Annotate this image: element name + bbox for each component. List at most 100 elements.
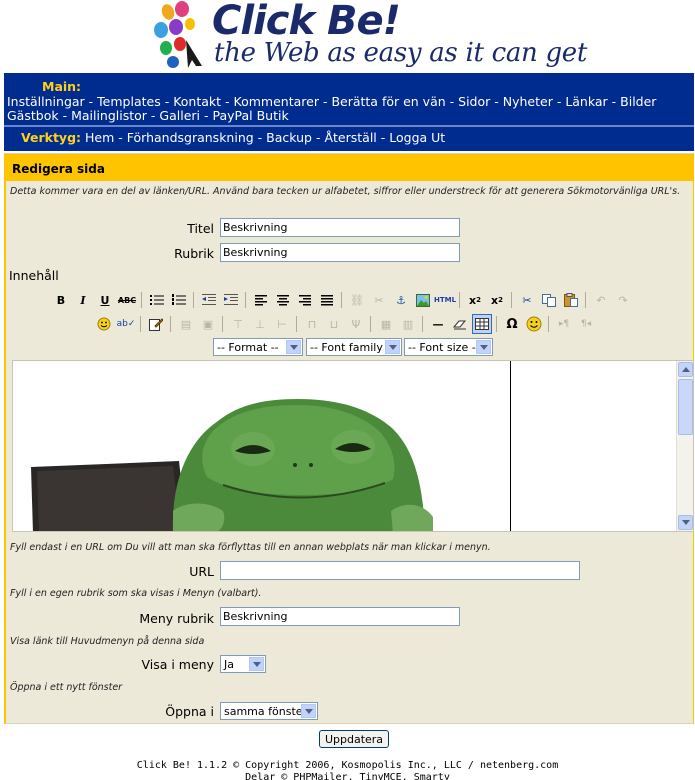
editor-scrollbar[interactable] [676, 361, 693, 531]
logo-tagline: the Web as easy as it can get [214, 38, 588, 68]
tool-link-backup[interactable]: Backup [266, 130, 312, 145]
delete-row-icon[interactable]: ⊢ [272, 314, 292, 334]
chevron-down-icon [286, 340, 301, 354]
strikethrough-button[interactable]: ABC [117, 290, 137, 310]
tool-link-logga-ut[interactable]: Logga Ut [389, 130, 445, 145]
rubrik-input[interactable] [220, 243, 460, 262]
numbered-list-icon[interactable] [169, 290, 189, 310]
editor-toolbar-row-2: ab✓ ▤ ▣ ⊤ ⊥ ⊢ ⊓ ⊔ Ψ ▦ ▥ — Ω ▸¶ ¶◂ [94, 314, 634, 334]
tool-link-forhandsgranskning[interactable]: Förhandsgranskning [127, 130, 254, 145]
tool-link-aterstall[interactable]: Återställ [324, 130, 376, 145]
align-center-icon[interactable] [273, 290, 293, 310]
indent-icon[interactable] [221, 290, 241, 310]
insert-row-before-icon[interactable]: ⊤ [228, 314, 248, 334]
align-justify-icon[interactable] [317, 290, 337, 310]
header: Click Be! the Web as easy as it can get [0, 0, 695, 72]
url-input[interactable] [220, 561, 580, 580]
update-button[interactable]: Uppdatera [319, 730, 389, 748]
undo-icon[interactable]: ↶ [591, 290, 611, 310]
edit-page-panel: Redigera sida Detta kommer vara en del a… [4, 153, 694, 724]
table-icon[interactable] [472, 314, 492, 334]
show-menu-label: Visa i meny [141, 657, 214, 672]
url-name-hint: Detta kommer vara en del av länken/URL. … [10, 186, 681, 197]
insert-col-after-icon[interactable]: ⊔ [324, 314, 344, 334]
horizontal-rule-icon[interactable]: — [428, 314, 448, 334]
scroll-down-icon[interactable] [678, 515, 693, 530]
copy-icon[interactable] [539, 290, 559, 310]
nav-link-mailinglistor[interactable]: Mailinglistor [71, 108, 147, 123]
ltr-icon[interactable]: ▸¶ [554, 314, 574, 334]
rtl-icon[interactable]: ¶◂ [576, 314, 596, 334]
cut-icon[interactable]: ✂ [517, 290, 537, 310]
chevron-down-icon [385, 340, 400, 354]
underline-button[interactable]: U [95, 290, 115, 310]
special-char-icon[interactable]: Ω [502, 314, 522, 334]
main-menu-label: Main: [42, 79, 82, 94]
titel-label: Titel [187, 221, 214, 236]
italic-button[interactable]: I [73, 290, 93, 310]
nav-link-sidor[interactable]: Sidor [458, 94, 490, 109]
titel-input[interactable] [220, 218, 460, 237]
align-right-icon[interactable] [295, 290, 315, 310]
nav-link-bilder[interactable]: Bilder [620, 94, 656, 109]
smiley-icon[interactable] [524, 314, 544, 334]
nav-link-paypal-butik[interactable]: PayPal Butik [212, 108, 288, 123]
eraser-icon[interactable] [450, 314, 470, 334]
anchor-icon[interactable]: ⚓ [391, 290, 411, 310]
show-menu-select[interactable]: Ja [220, 655, 266, 673]
delete-col-icon[interactable]: Ψ [346, 314, 366, 334]
main-menu-row-2: Gästbok - Mailinglistor - Galleri - PayP… [7, 108, 289, 123]
nav-link-gastbok[interactable]: Gästbok [7, 108, 59, 123]
open-in-select[interactable]: samma fönster [220, 702, 318, 720]
edit-icon[interactable] [146, 314, 166, 334]
superscript-icon[interactable]: x2 [465, 290, 485, 310]
unlink-icon[interactable]: ✂ [369, 290, 389, 310]
chevron-down-icon [301, 704, 316, 718]
nav-link-lankar[interactable]: Länkar [565, 94, 607, 109]
tools-menu: Verktyg: Hem - Förhandsgranskning - Back… [21, 130, 446, 145]
menu-title-input[interactable] [220, 607, 460, 626]
frog-image [31, 399, 433, 531]
table-cell-props-icon[interactable]: ▣ [198, 314, 218, 334]
image-icon[interactable] [413, 290, 433, 310]
nav-link-nyheter[interactable]: Nyheter [503, 94, 553, 109]
footer-credits: Delar © PHPMailer, TinyMCE, Smarty [245, 772, 450, 780]
nav-link-installningar[interactable]: Inställningar [7, 94, 85, 109]
font-family-select[interactable]: -- Font family -- [306, 338, 402, 356]
editor-margin-line [510, 361, 511, 531]
nav-link-galleri[interactable]: Galleri [159, 108, 200, 123]
format-select[interactable]: -- Format -- [213, 338, 303, 356]
html-source-icon[interactable]: HTML [434, 290, 456, 310]
tools-menu-label: Verktyg: [21, 130, 82, 145]
nav-link-kontakt[interactable]: Kontakt [173, 94, 221, 109]
bullet-list-icon[interactable] [147, 290, 167, 310]
nav-link-beratta[interactable]: Berätta för en vän [331, 94, 445, 109]
nav-link-templates[interactable]: Templates [97, 94, 161, 109]
nav-link-kommentarer[interactable]: Kommentarer [234, 94, 319, 109]
footer-copyright: Click Be! 1.1.2 © Copyright 2006, Kosmop… [136, 760, 559, 771]
url-hint: Fyll endast i en URL om Du vill att man … [10, 542, 491, 553]
outdent-icon[interactable] [199, 290, 219, 310]
open-in-label: Öppna i [165, 704, 214, 719]
table-row-props-icon[interactable]: ▤ [176, 314, 196, 334]
paste-icon[interactable] [561, 290, 581, 310]
merge-cells-icon[interactable]: ▥ [398, 314, 418, 334]
bold-button[interactable]: B [51, 290, 71, 310]
insert-row-after-icon[interactable]: ⊥ [250, 314, 270, 334]
scroll-thumb[interactable] [678, 379, 693, 435]
scroll-up-icon[interactable] [678, 362, 693, 377]
tool-link-hem[interactable]: Hem [85, 130, 114, 145]
spellcheck-icon[interactable]: ab✓ [116, 314, 136, 334]
emotions-icon[interactable] [94, 314, 114, 334]
align-left-icon[interactable] [251, 290, 271, 310]
redo-icon[interactable]: ↷ [613, 290, 633, 310]
menu-title-label: Meny rubrik [139, 611, 214, 626]
split-cells-icon[interactable]: ▦ [376, 314, 396, 334]
content-editor[interactable] [12, 360, 694, 532]
show-menu-hint: Visa länk till Huvudmenyn på denna sida [10, 636, 205, 647]
editor-toolbar-row-1: B I U ABC ⛓ ✂ ⚓ HTML x2 x2 ✂ ↶ ↷ [51, 290, 661, 310]
font-size-select[interactable]: -- Font size -- [404, 338, 493, 356]
link-icon[interactable]: ⛓ [347, 290, 367, 310]
subscript-icon[interactable]: x2 [487, 290, 507, 310]
insert-col-before-icon[interactable]: ⊓ [302, 314, 322, 334]
